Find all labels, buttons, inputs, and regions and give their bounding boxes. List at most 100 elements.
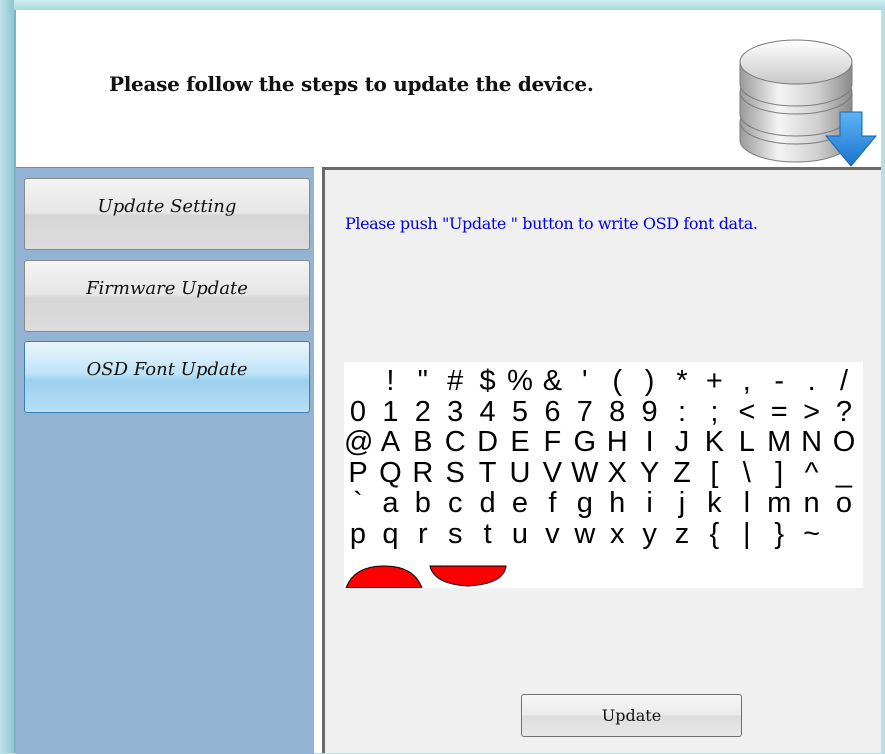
font-glyph: I — [645, 426, 654, 458]
font-glyph: R — [412, 456, 434, 489]
font-glyph: ! — [386, 365, 395, 397]
font-glyph: F — [543, 426, 562, 458]
font-glyph: - — [774, 365, 785, 397]
font-glyph: ; — [710, 395, 719, 428]
font-glyph: P — [348, 456, 368, 489]
sidebar-item-label: OSD Font Update — [86, 358, 248, 380]
font-glyph: K — [704, 426, 725, 458]
font-glyph: J — [674, 426, 690, 458]
font-glyph: D — [477, 426, 499, 458]
window-frame-top — [0, 0, 885, 10]
font-glyph: 9 — [641, 395, 658, 428]
font-glyph: r — [417, 517, 428, 550]
sidebar-item-label: Update Setting — [97, 195, 237, 217]
font-glyph: % — [507, 365, 533, 397]
font-glyph: | — [743, 517, 751, 550]
font-glyph: : — [677, 395, 687, 428]
font-glyph: + — [705, 365, 723, 397]
font-glyph: j — [678, 487, 686, 519]
font-glyph: B — [413, 426, 433, 458]
font-glyph: 3 — [447, 395, 464, 428]
font-glyph: > — [803, 395, 821, 428]
sidebar-item-osd-font-update[interactable]: OSD Font Update — [24, 341, 310, 413]
font-glyph: * — [676, 365, 688, 397]
font-glyph: ^ — [804, 456, 819, 489]
font-glyph: l — [743, 487, 751, 519]
font-glyph: Q — [379, 456, 402, 489]
font-glyph: ] — [775, 456, 784, 489]
font-glyph: H — [606, 426, 628, 458]
font-glyph: q — [382, 517, 399, 550]
font-glyph: Y — [639, 456, 660, 489]
font-glyph: e — [511, 487, 529, 519]
font-glyph: = — [770, 395, 788, 428]
font-glyph: f — [548, 487, 557, 519]
font-glyph: w — [574, 517, 596, 550]
main-panel: Please push "Update " button to write OS… — [322, 167, 881, 753]
font-glyph: h — [609, 487, 626, 519]
font-glyph: 5 — [511, 395, 529, 428]
font-glyph: A — [380, 426, 401, 458]
sidebar-item-firmware-update[interactable]: Firmware Update — [24, 260, 310, 332]
font-glyph: N — [801, 426, 823, 458]
database-download-icon — [739, 39, 878, 167]
font-glyph: $ — [479, 365, 496, 397]
page-title: Please follow the steps to update the de… — [109, 72, 594, 96]
font-glyph: E — [510, 426, 530, 458]
font-glyph: ` — [353, 487, 363, 519]
font-glyph: z — [674, 517, 690, 550]
red-font-glyphs — [345, 565, 507, 588]
sidebar-item-update-setting[interactable]: Update Setting — [24, 178, 310, 250]
update-button[interactable]: Update — [521, 694, 742, 737]
font-preview-row: 0 1 2 3 4 5 6 7 8 9:; < = >? — [344, 397, 863, 427]
font-glyph: 4 — [479, 395, 496, 428]
font-glyph: [ — [710, 456, 719, 489]
font-glyph: t — [483, 517, 492, 550]
font-glyph: i — [646, 487, 653, 519]
font-glyph: n — [803, 487, 820, 519]
font-glyph: & — [542, 365, 563, 397]
font-glyph: ~ — [803, 517, 821, 550]
instruction-text: Please push "Update " button to write OS… — [345, 214, 758, 233]
font-glyph: 8 — [609, 395, 626, 428]
font-glyph: 6 — [544, 395, 561, 428]
font-preview-row: @ A B C D E F G H I J K L M N O — [344, 427, 863, 457]
font-glyph: 0 — [349, 395, 367, 428]
font-glyph: } — [774, 517, 785, 550]
font-glyph: M — [767, 426, 792, 458]
font-glyph: O — [832, 426, 856, 458]
font-glyph: X — [607, 456, 627, 489]
font-glyph: 7 — [576, 395, 593, 428]
font-glyph: W — [571, 456, 599, 489]
font-glyph: T — [478, 456, 497, 489]
font-glyph: s — [447, 517, 463, 550]
font-glyph: @ — [344, 426, 374, 458]
font-glyph: 2 — [414, 395, 431, 428]
font-glyph: / — [839, 365, 849, 397]
font-glyph: L — [738, 426, 755, 458]
font-glyph: { — [709, 517, 720, 550]
font-glyph: k — [707, 487, 722, 519]
font-preview-row: ` a b c d e f g h i j k l m n o — [344, 488, 863, 518]
font-glyph: , — [742, 365, 751, 397]
font-glyph: U — [509, 456, 531, 489]
font-glyph: G — [573, 426, 597, 458]
font-glyph: < — [738, 395, 756, 428]
font-glyph: d — [479, 487, 496, 519]
sidebar-item-label: Firmware Update — [86, 277, 248, 299]
font-glyph: g — [576, 487, 593, 519]
font-glyph: Z — [673, 456, 691, 489]
font-glyph: c — [447, 487, 463, 519]
font-glyph: y — [642, 517, 657, 550]
font-glyph: b — [414, 487, 431, 519]
font-glyph: a — [382, 487, 399, 519]
font-glyph: \ — [742, 456, 751, 489]
font-preview-row: ! " # $% & ' () * +, -. / — [344, 366, 863, 396]
font-glyph: C — [444, 426, 466, 458]
font-glyph: v — [545, 517, 560, 550]
font-glyph: ) — [644, 365, 655, 397]
font-glyph: u — [511, 517, 529, 550]
font-glyph: ' — [582, 365, 588, 397]
window-frame-left — [0, 0, 14, 753]
font-glyph: # — [447, 365, 464, 397]
